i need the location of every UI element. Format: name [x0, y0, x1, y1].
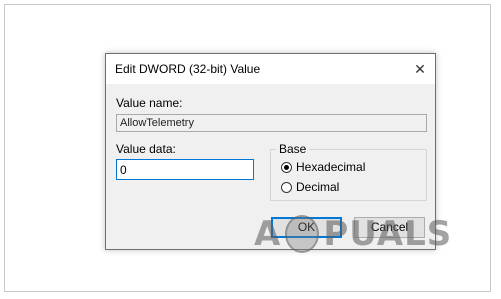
radio-unchecked-icon[interactable] — [281, 181, 292, 193]
value-name-field[interactable]: AllowTelemetry — [116, 114, 427, 132]
base-group-label: Base — [276, 142, 310, 156]
appuals-watermark: A PUALS — [254, 214, 452, 254]
radio-hexadecimal-label: Hexadecimal — [296, 160, 366, 174]
value-data-input[interactable] — [116, 159, 254, 180]
dialog-title: Edit DWORD (32-bit) Value — [115, 62, 261, 76]
radio-decimal-label: Decimal — [296, 180, 340, 194]
value-name-label: Value name: — [116, 96, 183, 110]
close-icon[interactable]: ✕ — [405, 54, 435, 84]
watermark-text-left: A — [254, 214, 282, 254]
appuals-mascot-icon — [285, 215, 320, 253]
dialog-titlebar: Edit DWORD (32-bit) Value ✕ — [106, 54, 435, 84]
radio-decimal[interactable]: Decimal — [281, 180, 339, 194]
radio-hexadecimal[interactable]: Hexadecimal — [281, 160, 365, 174]
value-data-label: Value data: — [116, 142, 176, 156]
watermark-text-right: PUALS — [323, 214, 453, 254]
radio-checked-icon[interactable] — [281, 161, 292, 173]
